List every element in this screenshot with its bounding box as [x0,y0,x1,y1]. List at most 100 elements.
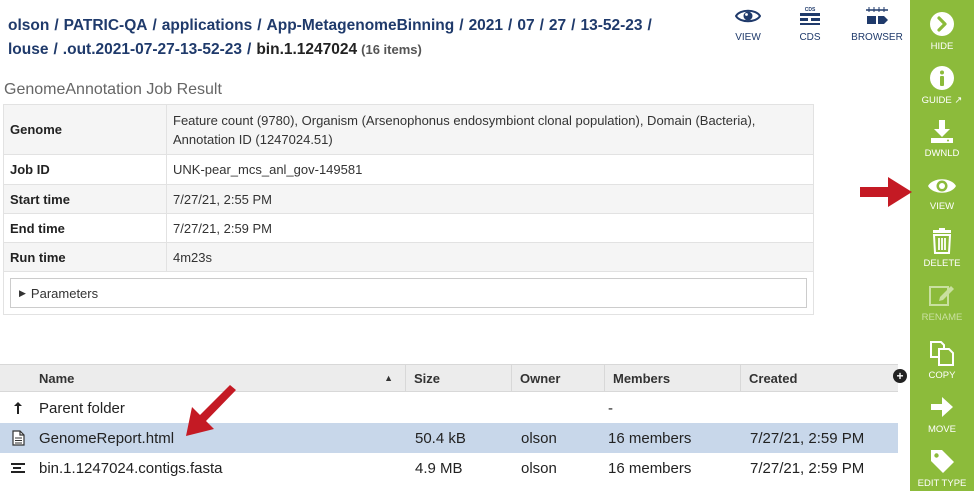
top-browser-label: BROWSER [851,32,903,43]
job-row-job-id: Job ID UNK-pear_mcs_anl_gov-149581 [3,154,814,185]
file-owner: olson [521,429,557,447]
download-label: DWNLD [924,148,960,159]
move-button[interactable]: MOVE [910,393,974,435]
file-members: - [608,399,613,417]
column-header-size[interactable]: Size [405,365,511,391]
job-row-parameters: ▶ Parameters [3,271,814,315]
file-members: 16 members [608,459,692,477]
arrow-right-icon [931,397,953,417]
edit-type-label: EDIT TYPE [917,478,967,489]
file-size [405,393,511,423]
breadcrumb-louse[interactable]: louse [8,41,48,58]
parameters-label: Parameters [30,285,99,301]
job-value: UNK-pear_mcs_anl_gov-149581 [166,154,814,185]
eye-icon [928,179,956,193]
breadcrumb-day[interactable]: 27 [549,17,566,34]
job-value: 7/27/21, 2:55 PM [166,184,814,214]
document-icon [0,423,36,453]
column-header-members[interactable]: Members [604,365,740,391]
file-size: 4.9 MB [415,459,463,477]
column-header-created[interactable]: Created [740,365,898,391]
job-row-start-time: Start time 7/27/21, 2:55 PM [3,184,814,214]
breadcrumb: olson / PATRIC-QA / applications / App-Metagen… [8,17,652,58]
column-header-owner[interactable]: Owner [511,365,604,391]
trash-icon [932,228,952,254]
table-row-genome-report[interactable]: GenomeReport.html 50.4 kB olson 16 membe… [0,423,898,453]
breadcrumb-out-folder[interactable]: .out.2021-07-27-13-52-23 [63,41,242,58]
tag-icon [931,450,954,473]
delete-label: DELETE [923,258,961,269]
breadcrumb-patric-qa[interactable]: PATRIC-QA [64,17,148,34]
add-column-button[interactable]: + [893,369,907,383]
action-toolbar: HIDE GUIDE ↗ DWNLD VIEW DELETE RENAME CO… [910,0,974,491]
caret-right-icon: ▶ [19,287,26,298]
parent-folder-icon [0,393,36,423]
top-actions: VIEW CDS CDS BROWSER [718,6,910,50]
delete-button[interactable]: DELETE [910,227,974,269]
breadcrumb-applications[interactable]: applications [162,17,252,34]
rename-button[interactable]: RENAME [910,281,974,323]
cds-icon: CDS [800,7,820,25]
annotation-arrow-view [860,177,912,207]
file-created [740,393,898,423]
rename-label: RENAME [921,312,963,323]
breadcrumb-olson[interactable]: olson [8,17,49,34]
browser-icon [866,7,888,24]
breadcrumb-app-metagenomebinning[interactable]: App-MetagenomeBinning [267,17,455,34]
file-created: 7/27/21, 2:59 PM [750,459,865,477]
external-link-icon: ↗ [951,95,963,106]
job-value: Feature count (9780), Organism (Arsenoph… [166,104,814,155]
job-row-genome: Genome Feature count (9780), Organism (A… [3,104,814,155]
job-key: Job ID [3,154,167,185]
job-result-title: GenomeAnnotation Job Result [4,81,222,98]
download-icon [931,120,953,143]
breadcrumb-current: bin.1.1247024 [256,41,358,58]
breadcrumb-year[interactable]: 2021 [469,17,503,34]
job-row-end-time: End time 7/27/21, 2:59 PM [3,213,814,243]
top-cds-label: CDS [799,32,821,43]
move-label: MOVE [928,424,956,435]
copy-icon [930,341,954,366]
top-view-button[interactable]: VIEW [718,6,778,43]
job-result-table: Genome Feature count (9780), Organism (A… [3,104,814,315]
breadcrumb-month[interactable]: 07 [517,17,534,34]
edit-type-button[interactable]: EDIT TYPE [910,447,974,489]
top-browser-button[interactable]: BROWSER [847,6,907,43]
job-key: Genome [3,104,167,155]
file-name: bin.1.1247024.contigs.fasta [39,459,223,477]
job-key: Start time [3,184,167,214]
top-view-label: VIEW [735,32,761,43]
pencil-icon [929,286,954,306]
info-icon [930,66,954,90]
view-button[interactable]: VIEW [910,174,974,212]
copy-button[interactable]: COPY [910,339,974,381]
job-value: 7/27/21, 2:59 PM [166,213,814,243]
guide-button[interactable]: GUIDE ↗ [910,64,974,106]
hide-button[interactable]: HIDE [910,10,974,52]
download-button[interactable]: DWNLD [910,117,974,159]
file-owner: olson [521,459,557,477]
parameters-toggle[interactable]: ▶ Parameters [10,278,807,308]
table-row-contigs-fasta[interactable]: bin.1.1247024.contigs.fasta 4.9 MB olson… [0,453,898,483]
file-members: 16 members [608,429,692,447]
annotation-arrow-genome-report [186,385,236,436]
grid-header: Name ▲ Size Owner Members Created [0,364,898,392]
view-label: VIEW [929,201,955,212]
job-value: 4m23s [166,242,814,272]
guide-label: GUIDE [921,95,952,106]
hide-label: HIDE [930,41,954,52]
hide-icon [930,12,954,36]
job-row-run-time: Run time 4m23s [3,242,814,272]
job-key: Run time [3,242,167,272]
top-cds-button[interactable]: CDS CDS [780,6,840,43]
breadcrumb-time[interactable]: 13-52-23 [580,17,642,34]
eye-icon [735,9,761,23]
sort-ascending-icon: ▲ [384,373,393,383]
svg-text:CDS: CDS [805,7,816,13]
table-row-parent-folder[interactable]: Parent folder - [0,393,898,423]
file-size: 50.4 kB [415,429,466,447]
item-count: (16 items) [361,42,422,57]
file-created: 7/27/21, 2:59 PM [750,429,865,447]
file-owner [511,393,604,423]
copy-label: COPY [928,370,956,381]
